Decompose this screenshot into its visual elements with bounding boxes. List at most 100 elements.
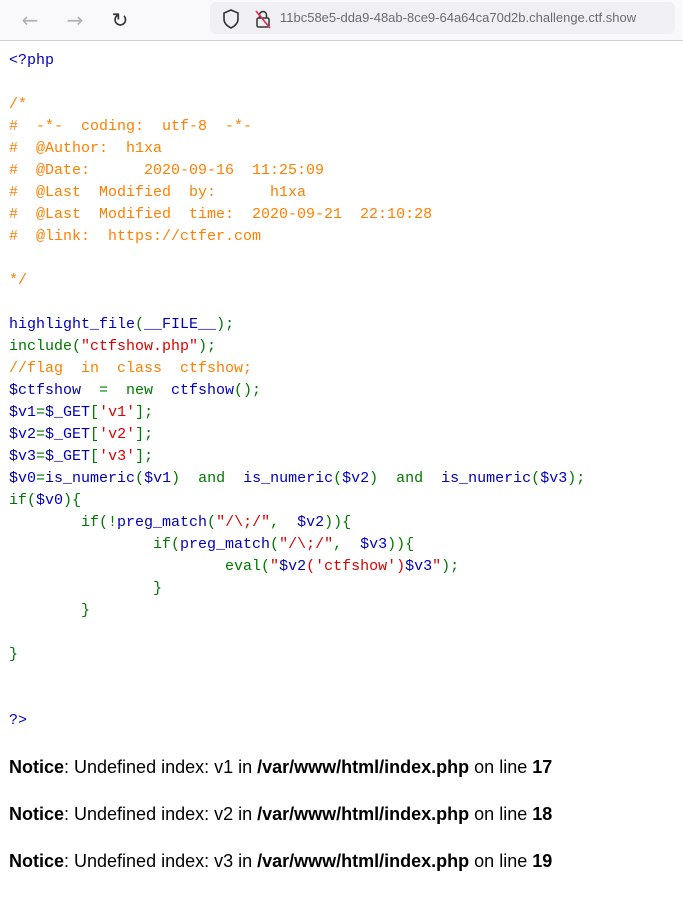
code-token: ) and bbox=[369, 470, 442, 487]
code-token: $v2 bbox=[342, 470, 370, 487]
code-line: $v2=$_GET['v2']; bbox=[9, 424, 585, 446]
code-token: } bbox=[9, 646, 19, 663]
code-token: $v1 bbox=[9, 404, 37, 421]
code-token: [ bbox=[90, 448, 100, 465]
code-token: ]; bbox=[135, 404, 154, 421]
notice-on-line: on line bbox=[469, 804, 533, 824]
code-token: ( bbox=[207, 514, 217, 531]
code-token: # @link: https://ctfer.com bbox=[9, 228, 262, 245]
code-token: , bbox=[270, 514, 298, 531]
code-token: is_numeric bbox=[45, 470, 136, 487]
code-token: ( bbox=[135, 316, 145, 333]
code-line: include("ctfshow.php"); bbox=[9, 336, 585, 358]
code-token: " bbox=[432, 558, 442, 575]
notice-line: 18 bbox=[532, 804, 553, 824]
code-line: # @Last Modified by: h1xa bbox=[9, 182, 585, 204]
code-line: ?> bbox=[9, 710, 585, 732]
code-token: */ bbox=[9, 272, 28, 289]
code-line: # -*- coding: utf-8 -*- bbox=[9, 116, 585, 138]
code-token: $v1 bbox=[144, 470, 172, 487]
php-notices: Notice: Undefined index: v1 in /var/www/… bbox=[9, 757, 552, 898]
code-token: ( bbox=[531, 470, 541, 487]
code-token: $v2 bbox=[297, 514, 325, 531]
code-line: } bbox=[9, 578, 585, 600]
code-token: [ bbox=[90, 404, 100, 421]
notice-message: Notice: Undefined index: v2 in /var/www/… bbox=[9, 804, 552, 851]
notice-message: Notice: Undefined index: v1 in /var/www/… bbox=[9, 757, 552, 804]
back-button[interactable]: ← bbox=[16, 6, 44, 34]
code-line: <?php bbox=[9, 50, 585, 72]
browser-toolbar: ← → ↻ 11bc58e5-dda9-48ab-8ce9-64a64ca70d… bbox=[0, 0, 683, 41]
notice-label: Notice bbox=[9, 804, 65, 824]
code-token: $_GET bbox=[45, 426, 91, 443]
code-token: highlight_file bbox=[9, 316, 136, 333]
code-line: } bbox=[9, 600, 585, 622]
code-line: //flag in class ctfshow; bbox=[9, 358, 585, 380]
code-token: if( bbox=[9, 492, 37, 509]
code-line: highlight_file(__FILE__); bbox=[9, 314, 585, 336]
code-token: ); bbox=[567, 470, 586, 487]
code-line: eval("$v2('ctfshow')$v3"); bbox=[9, 556, 585, 578]
code-token: is_numeric bbox=[243, 470, 334, 487]
code-token: <?php bbox=[9, 52, 55, 69]
address-bar[interactable]: 11bc58e5-dda9-48ab-8ce9-64a64ca70d2b.cha… bbox=[210, 2, 675, 34]
code-token: , bbox=[333, 536, 361, 553]
code-token: "/\;/" bbox=[216, 514, 271, 531]
code-line: /* bbox=[9, 94, 585, 116]
code-token: preg_match bbox=[180, 536, 271, 553]
code-token: ){ bbox=[63, 492, 82, 509]
code-token: /* bbox=[9, 96, 28, 113]
notice-message: : Undefined index: v3 in bbox=[64, 851, 258, 871]
code-token: "/\;/" bbox=[279, 536, 334, 553]
code-token: )){ bbox=[324, 514, 352, 531]
notice-message: Notice: Undefined index: v3 in /var/www/… bbox=[9, 851, 552, 898]
code-token: //flag in class ctfshow; bbox=[9, 360, 253, 377]
notice-file: /var/www/html/index.php bbox=[257, 851, 470, 871]
shield-icon[interactable] bbox=[222, 9, 240, 29]
code-token: ( bbox=[270, 536, 280, 553]
notice-message: : Undefined index: v2 in bbox=[64, 804, 258, 824]
code-token: = bbox=[36, 470, 46, 487]
code-token: } bbox=[9, 602, 91, 619]
code-token: $v3 bbox=[540, 470, 568, 487]
code-token: $ctfshow bbox=[9, 382, 91, 399]
code-token: __FILE__ bbox=[144, 316, 217, 333]
notice-label: Notice bbox=[9, 757, 65, 777]
code-token: = bbox=[36, 426, 46, 443]
code-token: ]; bbox=[135, 426, 154, 443]
reload-button[interactable]: ↻ bbox=[106, 6, 134, 34]
code-token: $_GET bbox=[45, 448, 91, 465]
code-token: $v3 bbox=[360, 536, 388, 553]
code-token: include( bbox=[9, 338, 82, 355]
code-token: ); bbox=[216, 316, 235, 333]
code-line: # @link: https://ctfer.com bbox=[9, 226, 585, 248]
code-token: "ctfshow.php" bbox=[81, 338, 199, 355]
notice-label: Notice bbox=[9, 851, 65, 871]
code-token: if(! bbox=[9, 514, 118, 531]
code-line: if(preg_match("/\;/", $v3)){ bbox=[9, 534, 585, 556]
code-token: [ bbox=[90, 426, 100, 443]
code-token: is_numeric bbox=[441, 470, 532, 487]
url-text[interactable]: 11bc58e5-dda9-48ab-8ce9-64a64ca70d2b.cha… bbox=[280, 10, 636, 25]
forward-button[interactable]: → bbox=[61, 6, 89, 34]
code-token: ); bbox=[198, 338, 217, 355]
code-line: $v3=$_GET['v3']; bbox=[9, 446, 585, 468]
notice-line: 17 bbox=[532, 757, 553, 777]
code-token: $v0 bbox=[9, 470, 37, 487]
notice-message: : Undefined index: v1 in bbox=[64, 757, 258, 777]
code-line: } bbox=[9, 644, 585, 666]
insecure-lock-icon[interactable] bbox=[254, 9, 272, 29]
code-token: ( bbox=[135, 470, 145, 487]
code-token: ?> bbox=[9, 712, 28, 729]
code-token: ctfshow bbox=[171, 382, 235, 399]
code-token: = bbox=[36, 448, 46, 465]
code-token: ); bbox=[441, 558, 460, 575]
notice-line: 19 bbox=[532, 851, 553, 871]
notice-on-line: on line bbox=[469, 757, 533, 777]
